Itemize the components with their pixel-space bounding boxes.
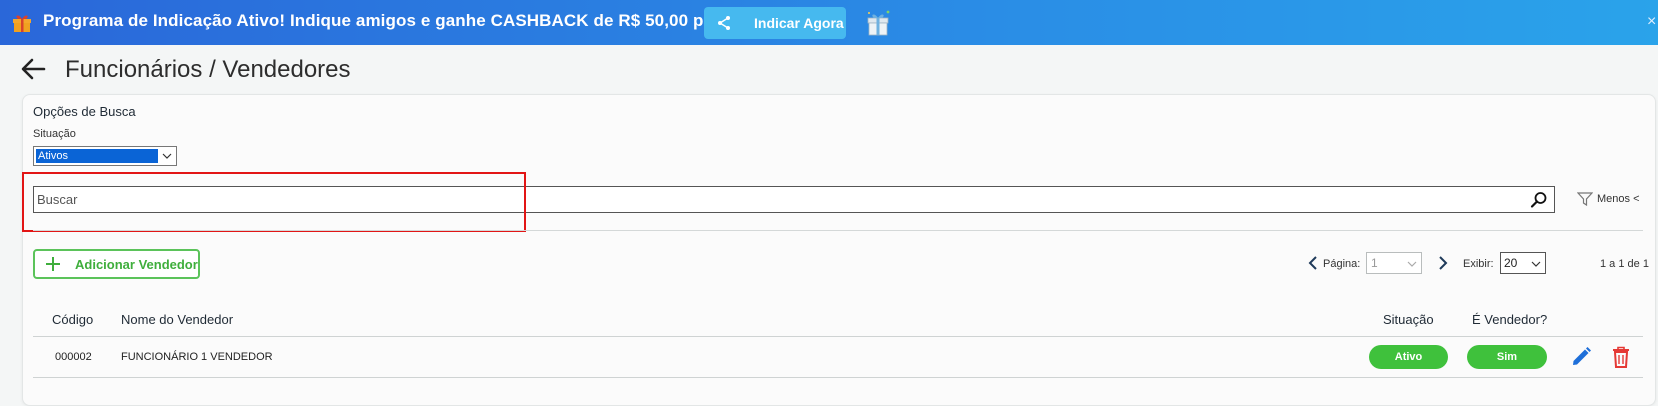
close-icon[interactable]: × [1647, 13, 1656, 31]
share-icon [718, 16, 730, 30]
search-placeholder: Buscar [37, 192, 78, 207]
edit-pencil-icon[interactable] [1570, 346, 1592, 368]
table-row-divider [33, 377, 1643, 378]
cell-code: 000002 [55, 351, 92, 363]
gift-box-icon [867, 10, 890, 36]
seller-badge: Sim [1467, 345, 1547, 369]
search-input[interactable]: Buscar [33, 186, 1555, 213]
arrow-left-icon[interactable] [20, 56, 46, 82]
chevron-down-icon [1531, 261, 1541, 267]
situation-select-value: Ativos [36, 149, 158, 163]
chevron-left-icon[interactable] [1308, 256, 1318, 270]
column-header-name: Nome do Vendedor [121, 312, 234, 327]
filter-toggle-button[interactable]: Menos < [1577, 192, 1640, 206]
promo-banner: Programa de Indicação Ativo! Indique ami… [0, 0, 1658, 45]
chevron-down-icon [162, 153, 172, 159]
page-select-value: 1 [1371, 256, 1378, 270]
add-seller-label: Adicionar Vendedor [75, 256, 198, 272]
page-size-select[interactable]: 20 [1500, 252, 1546, 274]
search-icon[interactable] [1530, 191, 1548, 209]
plus-icon [46, 257, 60, 271]
situation-select[interactable]: Ativos [33, 146, 177, 166]
table-header-divider [33, 336, 1643, 337]
record-count: 1 a 1 de 1 [1600, 258, 1649, 270]
show-label: Exibir: [1463, 258, 1494, 270]
column-header-code: Código [52, 312, 94, 327]
trash-icon[interactable] [1611, 346, 1631, 368]
indicar-agora-label: Indicar Agora [754, 15, 844, 31]
status-badge: Ativo [1369, 345, 1448, 369]
chevron-right-icon[interactable] [1438, 256, 1448, 270]
page-select[interactable]: 1 [1366, 252, 1422, 274]
column-header-is-seller: É Vendedor? [1472, 312, 1548, 327]
divider [33, 230, 1643, 231]
filter-toggle-label: Menos < [1597, 193, 1640, 205]
banner-text: Programa de Indicação Ativo! Indique ami… [43, 11, 791, 30]
add-seller-button[interactable]: Adicionar Vendedor [33, 249, 200, 279]
page-size-value: 20 [1504, 256, 1518, 270]
page-title: Funcionários / Vendedores [65, 56, 351, 83]
situation-label: Situação [33, 128, 76, 140]
gift-icon [13, 15, 31, 32]
search-options-title: Opções de Busca [33, 104, 136, 119]
cell-name: FUNCIONÁRIO 1 VENDEDOR [121, 351, 273, 363]
indicar-agora-button[interactable]: Indicar Agora [704, 7, 846, 39]
filter-icon [1577, 192, 1593, 206]
column-header-situation: Situação [1383, 312, 1434, 327]
chevron-down-icon [1407, 261, 1417, 267]
page-label: Página: [1323, 258, 1361, 270]
